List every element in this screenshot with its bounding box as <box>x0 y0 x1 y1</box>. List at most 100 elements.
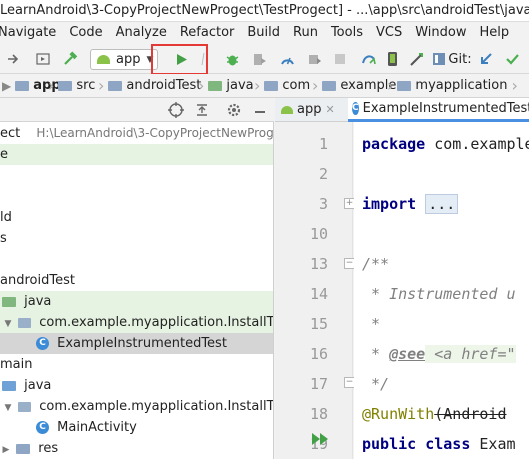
menu-code[interactable]: Code <box>69 22 102 44</box>
folder-icon <box>58 81 73 91</box>
folded-imports[interactable]: ... <box>425 194 459 214</box>
git-update-icon[interactable] <box>477 49 495 69</box>
sdk-manager-icon[interactable] <box>408 49 426 69</box>
code-line-13: /** <box>362 255 390 273</box>
class-icon: C <box>36 337 49 350</box>
git-commit-icon[interactable] <box>503 49 521 69</box>
stop-icon[interactable] <box>331 49 349 69</box>
tree-row-package[interactable]: ▼ com.example.myapplication.InstallTest <box>0 396 273 419</box>
code-text: (Android <box>434 405 507 423</box>
line-number: 13 <box>309 255 328 273</box>
line-number: 10 <box>309 225 328 243</box>
code-editor[interactable]: package com.example import ... /** * Ins… <box>354 122 529 459</box>
tree-row-project[interactable]: ect H:\LearnAndroid\3-CopyProjectNewProg… <box>0 123 273 144</box>
tree-row-label: res <box>38 441 59 456</box>
expand-arrow-icon[interactable]: ▼ <box>2 398 14 419</box>
line-number: 2 <box>318 165 328 183</box>
module-folder-icon <box>15 81 30 91</box>
tree-row-label: java <box>24 294 52 309</box>
menu-bar: Navigate Code Analyze Refactor Build Run Tools… <box>0 22 529 44</box>
crumb-example[interactable]: › example <box>312 74 396 97</box>
chevron-right-icon: › <box>387 76 394 95</box>
menu-help[interactable]: Help <box>479 22 509 44</box>
crumb-label: com <box>282 78 311 93</box>
forward-arrow-icon[interactable] <box>4 49 22 69</box>
code-text: <a href=" <box>425 345 516 363</box>
git-label-text: Git: <box>448 51 472 67</box>
chevron-right-icon: › <box>198 76 205 95</box>
project-structure-icon[interactable] <box>431 49 447 69</box>
tab-app[interactable]: app ✕ <box>277 98 343 122</box>
hide-panel-icon[interactable] <box>252 102 268 122</box>
tree-row-exampleinstrumentedtest[interactable]: C ExampleInstrumentedTest <box>0 333 273 354</box>
menu-build[interactable]: Build <box>247 22 280 44</box>
code-text: com.example <box>425 135 529 153</box>
avd-manager-icon[interactable] <box>384 49 402 69</box>
run-config-select[interactable]: app ▼ <box>90 49 158 70</box>
run-config-label: app <box>116 52 141 67</box>
folder-icon <box>322 81 337 91</box>
crumb-java[interactable]: › java <box>198 74 254 97</box>
folder-icon <box>16 443 31 454</box>
menu-tools[interactable]: Tools <box>331 22 363 44</box>
tree-row-res[interactable]: ▶ res <box>0 438 273 459</box>
menu-run[interactable]: Run <box>293 22 318 44</box>
menu-navigate[interactable]: Navigate <box>0 22 56 44</box>
run-button-highlight <box>151 44 208 75</box>
menu-window[interactable]: Window <box>415 22 466 44</box>
chevron-right-icon: › <box>48 76 55 95</box>
tree-row[interactable] <box>0 165 273 186</box>
tree-row[interactable]: e <box>0 144 273 165</box>
run-test-gutter-icon[interactable] <box>311 431 331 451</box>
android-icon <box>97 55 110 64</box>
code-text: * <box>362 345 390 363</box>
chevron-right-icon: › <box>511 76 518 95</box>
tree-row-label: ld <box>0 210 12 225</box>
android-icon <box>281 106 293 114</box>
tree-row-main[interactable]: main <box>0 354 273 375</box>
crumb-androidtest[interactable]: › androidTest <box>98 74 201 97</box>
menu-refactor[interactable]: Refactor <box>180 22 235 44</box>
tree-row[interactable]: ld <box>0 207 273 228</box>
tree-row-label: ExampleInstrumentedTest <box>57 336 227 351</box>
crumb-com[interactable]: › com <box>254 74 311 97</box>
attach-debugger-icon[interactable] <box>305 49 323 69</box>
tree-row-label: androidTest <box>0 273 75 288</box>
tree-row[interactable]: s <box>0 228 273 249</box>
menu-analyze[interactable]: Analyze <box>116 22 167 44</box>
crumb-src[interactable]: › src <box>48 74 96 97</box>
locate-target-icon[interactable] <box>168 102 184 122</box>
line-number: 3 <box>318 195 328 213</box>
tree-row-java[interactable]: java <box>0 375 273 396</box>
tree-row-mainactivity[interactable]: C MainActivity <box>0 417 273 438</box>
code-line-17: */ <box>362 375 390 393</box>
crumb-myapplication[interactable]: › myapplication › <box>387 74 518 97</box>
tree-row-label: main <box>0 357 33 372</box>
profile-gauge-icon[interactable] <box>278 49 296 69</box>
crumb-label: src <box>76 78 96 93</box>
run-coverage-icon[interactable] <box>250 49 268 69</box>
menu-vcs[interactable]: VCS <box>376 22 402 44</box>
class-icon: C <box>352 102 359 115</box>
collapse-all-icon[interactable] <box>194 102 210 122</box>
gradle-sync-icon[interactable] <box>360 49 378 69</box>
expand-arrow-icon[interactable]: ▼ <box>2 314 14 335</box>
tree-row-androidtest[interactable]: androidTest <box>0 270 273 291</box>
source-folder-icon <box>2 380 16 391</box>
source-folder-icon <box>2 296 16 307</box>
debug-bug-icon[interactable] <box>223 49 241 69</box>
gear-icon[interactable] <box>226 102 242 122</box>
tree-row-package[interactable]: ▼ com.example.myapplication.InstallTest <box>0 312 273 335</box>
close-icon[interactable]: ✕ <box>325 98 334 122</box>
project-panel-header <box>0 98 274 122</box>
forward-arrow-icon: ▶ <box>2 79 12 93</box>
make-project-hammer-icon[interactable] <box>60 49 80 69</box>
tree-row-label: ect <box>0 126 21 141</box>
tab-exampleinstrumentedtest[interactable]: C ExampleInstrumentedTest.j <box>348 98 529 122</box>
select-run-config-icon[interactable] <box>34 49 52 69</box>
folder-icon <box>208 81 223 91</box>
tree-row-java[interactable]: java <box>0 291 273 312</box>
expand-arrow-icon[interactable]: ▶ <box>0 440 12 459</box>
package-icon <box>18 401 32 412</box>
crumb-label: myapplication <box>415 78 508 93</box>
